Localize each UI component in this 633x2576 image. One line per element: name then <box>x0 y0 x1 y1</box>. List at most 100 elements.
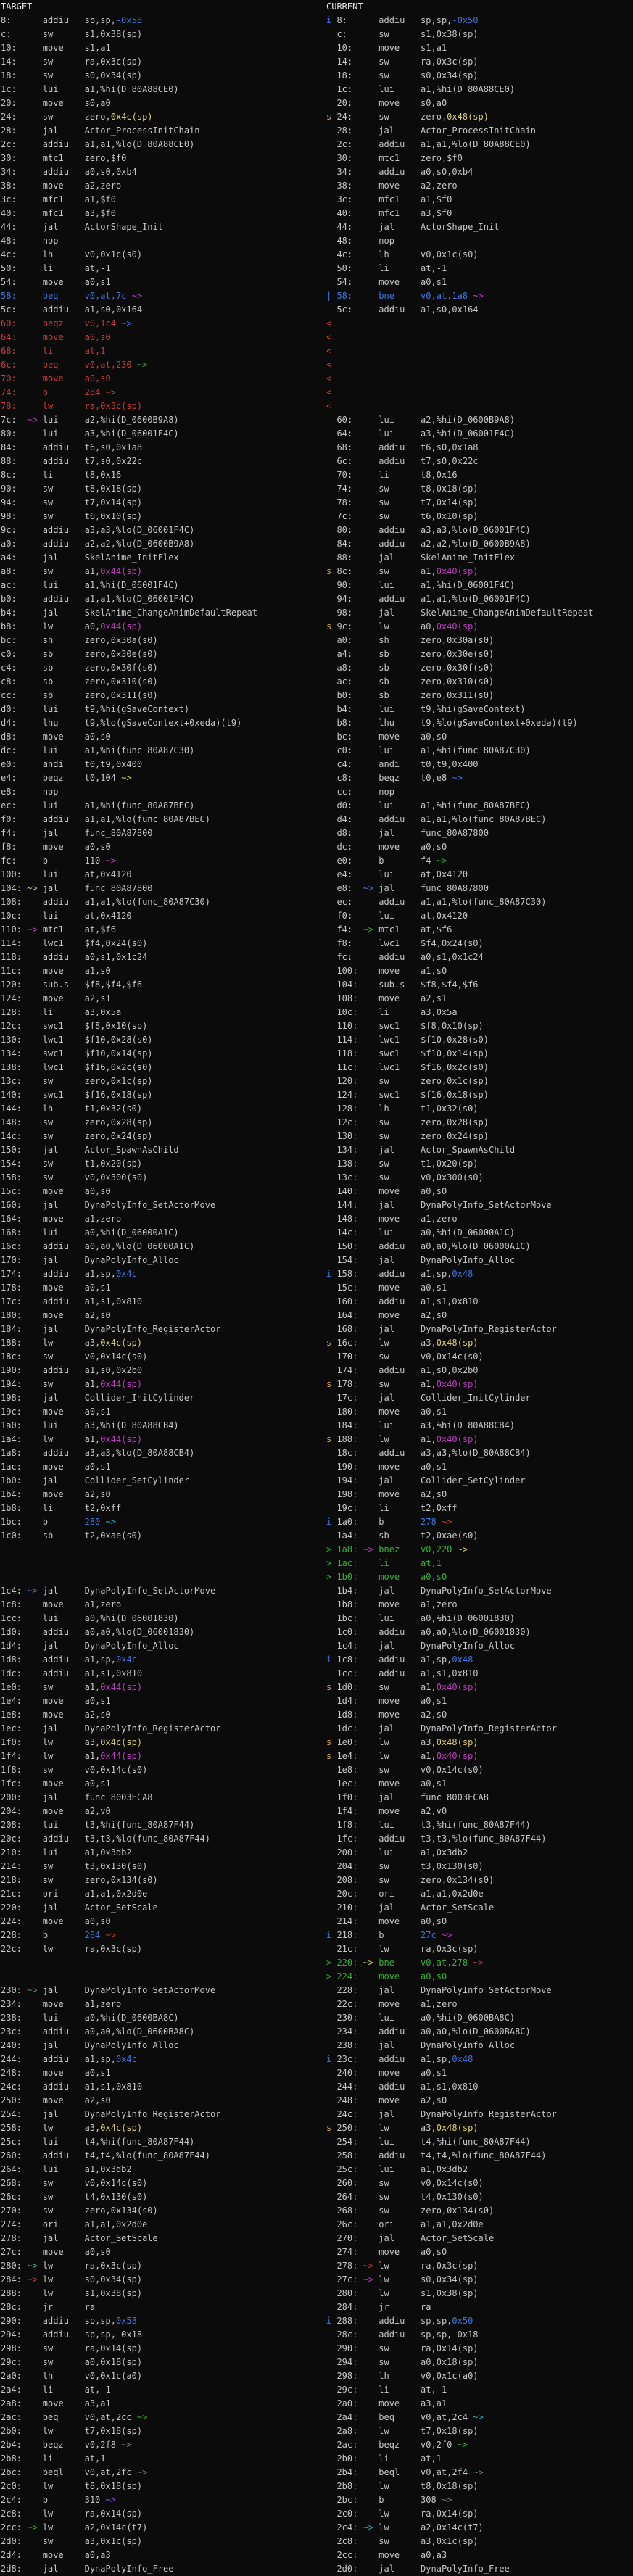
asm-line-left: 108: addiu a1,a1,%lo(func_80A87C30) <box>1 895 210 909</box>
asm-line-right: i 1a0: b 278 ~> <box>326 1515 452 1529</box>
asm-row: 1e8: move a2,s0 1d8: move a2,s0 <box>0 1708 633 1722</box>
asm-row: 1c8: move a1,zero 1b8: move a1,zero <box>0 1598 633 1612</box>
asm-line-left: a0: addiu a2,a2,%lo(D_0600B9A8) <box>1 537 194 551</box>
asm-row: 90: sw t8,0x18(sp) 74: sw t8,0x18(sp) <box>0 482 633 496</box>
asm-line-right: 238: jal DynaPolyInfo_Alloc <box>326 2039 515 2053</box>
asm-line-left: 2cc: ~> lw a2,0x14c(t7) <box>1 2521 147 2535</box>
asm-line-right: 1d8: move a2,s0 <box>326 1708 447 1722</box>
asm-line-left: 14c: sw zero,0x24(sp) <box>1 1130 153 1143</box>
asm-line-right: 84: addiu a2,a2,%lo(D_0600B9A8) <box>326 537 531 551</box>
asm-row: 20: move s0,a0 20: move s0,a0 <box>0 96 633 110</box>
asm-line-left: 18c: sw v0,0x14c(s0) <box>1 1350 147 1364</box>
asm-line-right: 14c: lui a0,%hi(D_06000A1C) <box>326 1226 515 1240</box>
asm-line-left: 238: lui a0,%hi(D_0600BA8C) <box>1 2011 179 2025</box>
asm-row: 234: move a1,zero 22c: move a1,zero <box>0 1997 633 2011</box>
asm-row: 114: lwc1 $f4,0x24(s0) f8: lwc1 $f4,0x24… <box>0 937 633 951</box>
asm-line-right: 154: jal DynaPolyInfo_Alloc <box>326 1254 515 1267</box>
asm-line-right: 130: sw zero,0x24(sp) <box>326 1130 489 1143</box>
asm-line-left: 4c: lh v0,0x1c(s0) <box>1 248 142 262</box>
asm-line-right: 20: move s0,a0 <box>326 96 447 110</box>
asm-line-left: 294: addiu sp,sp,-0x18 <box>1 2328 142 2342</box>
asm-row: 1e0: sw a1,0x44(sp)s 1d0: sw a1,0x40(sp) <box>0 1681 633 1694</box>
asm-line-left: e0: andi t0,t9,0x400 <box>1 758 142 771</box>
asm-line-right: 20c: ori a1,a1,0x2d0e <box>326 1887 484 1901</box>
asm-line-right: 2c: addiu a1,a1,%lo(D_80A88CE0) <box>326 138 531 152</box>
asm-line-left: 138: lwc1 $f16,0x2c(s0) <box>1 1061 153 1074</box>
asm-line-left: 298: sw ra,0x14(sp) <box>1 2342 142 2356</box>
asm-line-right: i 23c: addiu a1,sp,0x48 <box>326 2053 473 2066</box>
asm-row: 248: move a0,s1 240: move a0,s1 <box>0 2066 633 2080</box>
asm-line-right: 40: mfc1 a3,$f0 <box>326 207 452 220</box>
asm-row: 130: lwc1 $f10,0x28(s0) 114: lwc1 $f10,0… <box>0 1033 633 1047</box>
asm-line-left: 1c: lui a1,%hi(D_80A88CE0) <box>1 83 179 96</box>
asm-line-left: 224: move a0,s0 <box>1 1915 111 1929</box>
asm-line-right: 134: jal Actor_SpawnAsChild <box>326 1143 515 1157</box>
asm-line-left: 170: jal DynaPolyInfo_Alloc <box>1 1254 179 1267</box>
asm-row: 2b4: beqz v0,2f8 ~> 2ac: beqz v0,2f0 ~> <box>0 2438 633 2452</box>
asm-row: 1ac: move a0,s1 190: move a0,s1 <box>0 1460 633 1474</box>
asm-line-right: 200: lui a1,0x3db2 <box>326 1846 468 1860</box>
asm-line-left: 29c: sw a0,0x18(sp) <box>1 2356 142 2369</box>
asm-line-right: 17c: jal Collider_InitCylinder <box>326 1391 531 1405</box>
asm-line-right: 110: swc1 $f8,0x10(sp) <box>326 1019 484 1033</box>
asm-line-right: 1a4: sb t2,0xae(s0) <box>326 1529 479 1543</box>
asm-line-left: 2d0: sw a3,0x1c(sp) <box>1 2535 142 2548</box>
asm-row: 9c: addiu a3,a3,%lo(D_06001F4C) 80: addi… <box>0 523 633 537</box>
asm-line-left: 268: sw v0,0x14c(s0) <box>1 2177 147 2190</box>
asm-row: 178: move a0,s1 15c: move a0,s1 <box>0 1281 633 1295</box>
asm-row: 10: move s1,a1 10: move s1,a1 <box>0 41 633 55</box>
asm-line-left: 26c: sw t4,0x130(s0) <box>1 2190 147 2204</box>
asm-line-left: 27c: move a0,s0 <box>1 2245 111 2259</box>
asm-row: 224: move a0,s0 214: move a0,s0 <box>0 1915 633 1929</box>
asm-row: 238: lui a0,%hi(D_0600BA8C) 230: lui a0,… <box>0 2011 633 2025</box>
asm-line-right: 26c: ori a1,a1,0x2d0e <box>326 2218 484 2232</box>
asm-line-right: 14: sw ra,0x3c(sp) <box>326 55 479 69</box>
asm-line-right: 120: sw zero,0x1c(sp) <box>326 1074 489 1088</box>
asm-line-left: 15c: move a0,s0 <box>1 1185 111 1198</box>
asm-row: 148: sw zero,0x28(sp) 12c: sw zero,0x28(… <box>0 1116 633 1130</box>
asm-row: ac: lui a1,%hi(D_06001F4C) 90: lui a1,%h… <box>0 579 633 592</box>
asm-row: 228: b 284 ~>i 218: b 27c ~> <box>0 1929 633 1942</box>
asm-line-right: 208: sw zero,0x134(s0) <box>326 1873 494 1887</box>
asm-line-left: 24: sw zero,0x4c(sp) <box>1 110 153 124</box>
asm-line-left: 144: lh t1,0x32(s0) <box>1 1102 142 1116</box>
asm-row: b0: addiu a1,a1,%lo(D_06001F4C) 94: addi… <box>0 592 633 606</box>
asm-line-left: fc: b 110 ~> <box>1 854 116 868</box>
asm-row: 8: addiu sp,sp,-0x58i 8: addiu sp,sp,-0x… <box>0 14 633 28</box>
asm-line-left: 1a8: addiu a3,a3,%lo(D_80A88CB4) <box>1 1446 194 1460</box>
asm-row: 6c: beq v0,at,230 ~>< <box>0 358 633 372</box>
asm-row: 24c: addiu a1,s1,0x810 244: addiu a1,s1,… <box>0 2080 633 2094</box>
asm-row: 1b8: li t2,0xff 19c: li t2,0xff <box>0 1502 633 1515</box>
asm-line-left: 240: jal DynaPolyInfo_Alloc <box>1 2039 179 2053</box>
asm-line-right: 280: lw s1,0x38(sp) <box>326 2287 479 2300</box>
asm-row: 218: sw zero,0x134(s0) 208: sw zero,0x13… <box>0 1873 633 1887</box>
asm-line-left: 230: ~> jal DynaPolyInfo_SetActorMove <box>1 1984 215 1997</box>
asm-line-right: 54: move a0,s1 <box>326 276 447 289</box>
asm-line-right: < <box>326 317 331 331</box>
asm-line-left: 2b4: beqz v0,2f8 ~> <box>1 2438 132 2452</box>
asm-row: 160: jal DynaPolyInfo_SetActorMove 144: … <box>0 1198 633 1212</box>
asm-row: d0: lui t9,%hi(gSaveContext) b4: lui t9,… <box>0 703 633 716</box>
asm-line-right: c8: beqz t0,e8 ~> <box>326 771 463 785</box>
asm-line-left: 2ac: beq v0,at,2cc ~> <box>1 2411 147 2424</box>
asm-line-right: 1fc: addiu t3,t3,%lo(func_80A87F44) <box>326 1832 546 1846</box>
asm-line-right: 270: jal Actor_SetScale <box>326 2232 494 2245</box>
asm-line-right: 294: sw a0,0x18(sp) <box>326 2356 479 2369</box>
asm-row: 108: addiu a1,a1,%lo(func_80A87C30) ec: … <box>0 895 633 909</box>
asm-line-left: 118: addiu a0,s1,0x1c24 <box>1 951 147 964</box>
asm-row: 2d8: jal DynaPolyInfo_Free 2d0: jal Dyna… <box>0 2562 633 2576</box>
asm-line-right: 278: ~> lw ra,0x3c(sp) <box>326 2259 479 2273</box>
asm-line-left: 100: lui at,0x4120 <box>1 868 132 882</box>
asm-row: f8: move a0,s0 dc: move a0,s0 <box>0 840 633 854</box>
asm-line-left: 264: lui a1,0x3db2 <box>1 2163 132 2177</box>
asm-line-left: 1d8: addiu a1,sp,0x4c <box>1 1653 137 1667</box>
asm-line-left: 1c4: ~> jal DynaPolyInfo_SetActorMove <box>1 1584 215 1598</box>
asm-line-right: 3c: mfc1 a1,$f0 <box>326 193 452 207</box>
asm-line-left: 270: sw zero,0x134(s0) <box>1 2204 158 2218</box>
asm-row: 50: li at,-1 50: li at,-1 <box>0 262 633 276</box>
asm-line-left: 19c: move a0,s1 <box>1 1405 111 1419</box>
asm-line-right: i 288: addiu sp,sp,0x50 <box>326 2314 473 2328</box>
asm-line-left: e4: beqz t0,104 ~> <box>1 771 132 785</box>
asm-line-left: 1d0: addiu a0,a0,%lo(D_06001830) <box>1 1625 194 1639</box>
asm-line-left: 20c: addiu t3,t3,%lo(func_80A87F44) <box>1 1832 210 1846</box>
